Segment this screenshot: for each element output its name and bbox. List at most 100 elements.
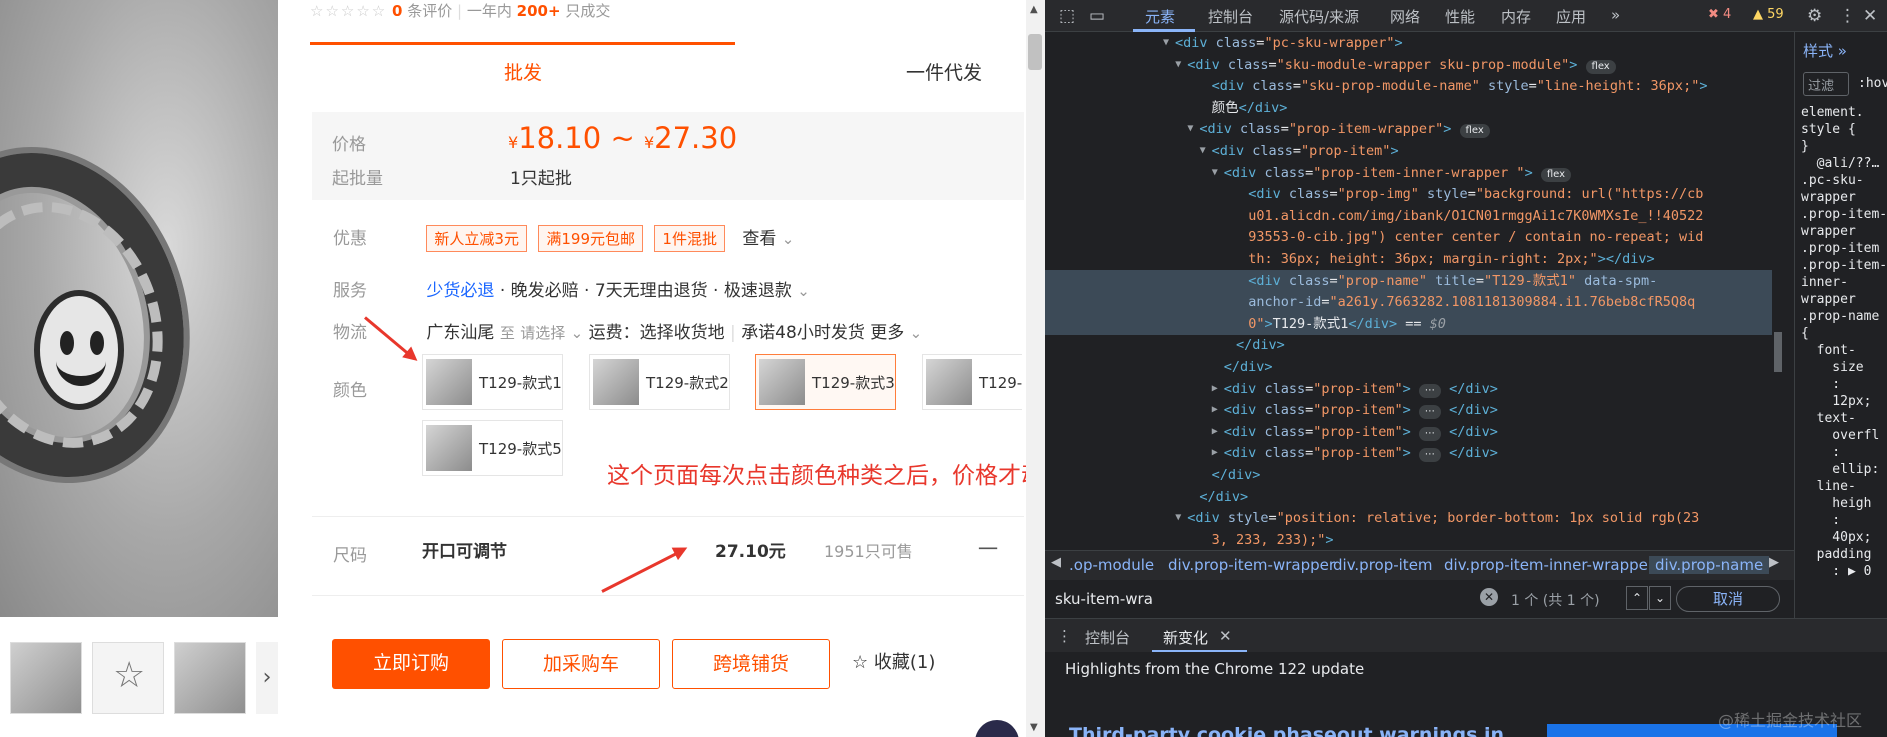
tab-wholesale[interactable]: 批发	[504, 58, 542, 85]
dom-search-input[interactable]: sku-item-wra	[1051, 586, 1481, 612]
dom-node-line[interactable]: ▶ <div class="prop-item"> ⋯ </div>	[1045, 378, 1772, 400]
chevron-down-icon[interactable]: ⌄	[571, 324, 584, 342]
color-option-2[interactable]: T129-款式2	[589, 354, 730, 410]
collapse-arrow-icon[interactable]: ▼	[1175, 54, 1181, 76]
breadcrumb-item-selected[interactable]: div.prop-name	[1649, 556, 1770, 574]
styles-filter-input[interactable]: 过滤	[1803, 72, 1849, 96]
dom-node-line[interactable]: ▼ <div style="position: relative; border-…	[1045, 507, 1772, 529]
dom-node-line[interactable]: ▶ <div class="prop-item"> ⋯ </div>	[1045, 421, 1772, 443]
dom-node-line[interactable]: <div class="prop-name" title="T129-款式1" …	[1045, 269, 1772, 292]
tab-elements[interactable]: 元素	[1145, 6, 1175, 27]
scrollbar-thumb[interactable]	[1774, 332, 1782, 372]
breadcrumb-item[interactable]: .op-module	[1069, 556, 1154, 574]
expand-icon[interactable]: »	[1838, 42, 1847, 60]
favorite-button[interactable]: ☆ 收藏(1)	[852, 639, 962, 689]
dom-node-line[interactable]: 颜色</div>	[1045, 97, 1772, 119]
chat-icon[interactable]	[975, 720, 1019, 737]
thumbnail-2[interactable]	[92, 642, 164, 714]
expand-arrow-icon[interactable]: ▶	[1212, 378, 1218, 400]
thumbnail-1[interactable]	[10, 642, 82, 714]
color-option-5[interactable]: T129-款式5	[422, 420, 563, 476]
dom-node-line[interactable]: </div>	[1045, 356, 1772, 378]
inspect-icon[interactable]: ⬚	[1059, 6, 1075, 26]
dom-node-line[interactable]: ▼ <div class="prop-item-wrapper"> flex	[1045, 118, 1772, 140]
device-toggle-icon[interactable]: ▭	[1089, 6, 1105, 26]
breadcrumb-item[interactable]: div.prop-item	[1333, 556, 1433, 574]
tab-dropship[interactable]: 一件代发	[906, 58, 982, 85]
expand-arrow-icon[interactable]: ▶	[1212, 442, 1218, 464]
breadcrumb-item[interactable]: div.prop-item-inner-wrapper.	[1444, 556, 1657, 574]
chevron-left-icon[interactable]: ◀	[1051, 555, 1061, 570]
scroll-up-icon[interactable]: ▲	[1030, 4, 1038, 15]
chevron-right-icon[interactable]: ›	[256, 642, 278, 714]
kebab-menu-icon[interactable]: ⋮	[1057, 627, 1072, 645]
cross-border-button[interactable]: 跨境铺货	[672, 639, 830, 689]
dom-tree-scrollbar[interactable]	[1772, 32, 1784, 550]
tab-memory[interactable]: 内存	[1501, 6, 1531, 27]
dom-node-line[interactable]: </div>	[1045, 486, 1772, 508]
collapse-arrow-icon[interactable]: ▼	[1175, 507, 1181, 529]
logistics-more[interactable]: 更多	[870, 323, 904, 343]
breadcrumb-item[interactable]: div.prop-item-wrapper	[1168, 556, 1335, 574]
error-count[interactable]: ✖ 4	[1708, 7, 1731, 22]
chevron-down-icon[interactable]: ⌄	[910, 324, 923, 342]
dom-node-line[interactable]: 3, 233, 233);">	[1045, 529, 1772, 550]
kebab-menu-icon[interactable]: ⋮	[1839, 6, 1856, 26]
dom-node-line[interactable]: ▼ <div class="sku-module-wrapper sku-prop…	[1045, 54, 1772, 76]
color-option-4[interactable]: T129-款	[922, 354, 1022, 410]
dom-node-line[interactable]: 0">T129-款式1</div> == $0	[1045, 312, 1772, 335]
promo-view-link[interactable]: 查看 ⌄	[742, 229, 794, 249]
more-tabs-icon[interactable]: »	[1611, 6, 1620, 24]
scroll-down-icon[interactable]: ▼	[1030, 722, 1038, 733]
logistics-select[interactable]: 请选择	[520, 324, 565, 342]
tab-network[interactable]: 网络	[1390, 6, 1420, 27]
order-now-button[interactable]: 立即订购	[332, 639, 490, 689]
dom-node-line[interactable]: </div>	[1045, 464, 1772, 486]
dom-tree[interactable]: ▼ <div class="pc-sku-wrapper"> ▼ <div class…	[1045, 32, 1772, 550]
add-to-cart-button[interactable]: 加采购车	[502, 639, 660, 689]
chevron-down-icon[interactable]: ⌄	[797, 282, 810, 300]
collapse-arrow-icon[interactable]: ▼	[1212, 162, 1218, 184]
tab-console[interactable]: 控制台	[1208, 6, 1253, 27]
tab-performance[interactable]: 性能	[1445, 6, 1475, 27]
search-cancel-button[interactable]: 取消	[1676, 586, 1780, 612]
dom-node-line[interactable]: 93553-0-cib.jpg") center center / contai…	[1045, 226, 1772, 248]
quantity-minus-button[interactable]: 一	[978, 533, 998, 562]
search-prev-icon[interactable]: ⌃	[1626, 586, 1648, 610]
hov-toggle[interactable]: :hov	[1858, 76, 1887, 91]
color-option-3[interactable]: T129-款式3	[755, 354, 896, 410]
expand-arrow-icon[interactable]: ▶	[1212, 421, 1218, 443]
close-icon[interactable]: ✕	[1219, 627, 1232, 645]
expand-arrow-icon[interactable]: ▶	[1212, 399, 1218, 421]
dom-node-line[interactable]: ▼ <div class="prop-item-inner-wrapper "> …	[1045, 162, 1772, 184]
dom-node-line[interactable]: th: 36px; height: 36px; margin-right: 2p…	[1045, 248, 1772, 270]
styles-tab[interactable]: 样式 »	[1803, 40, 1847, 61]
dom-node-line[interactable]: ▼ <div class="pc-sku-wrapper">	[1045, 32, 1772, 54]
dom-node-line[interactable]: ▶ <div class="prop-item"> ⋯ </div>	[1045, 399, 1772, 421]
dom-node-line[interactable]: anchor-id="a261y.7663282.1081181309884.i…	[1045, 291, 1772, 314]
drawer-tab-console[interactable]: 控制台	[1085, 627, 1130, 648]
dom-node-line[interactable]: <div class="sku-prop-module-name" style=…	[1045, 75, 1772, 97]
dom-node-line[interactable]: </div>	[1045, 334, 1772, 356]
gear-icon[interactable]: ⚙	[1807, 6, 1822, 26]
scrollbar-thumb[interactable]	[1028, 34, 1042, 70]
clear-icon[interactable]: ✕	[1480, 588, 1498, 606]
chevron-right-icon[interactable]: ▶	[1769, 555, 1779, 570]
dom-node-line[interactable]: u01.alicdn.com/img/ibank/O1CN01rmggAi1c7…	[1045, 205, 1772, 227]
collapse-arrow-icon[interactable]: ▼	[1200, 140, 1206, 162]
thumbnail-3[interactable]	[174, 642, 246, 714]
review-count[interactable]: 0	[392, 2, 402, 20]
tab-application[interactable]: 应用	[1556, 6, 1586, 27]
tab-sources[interactable]: 源代码/来源	[1279, 6, 1359, 27]
color-option-1[interactable]: T129-款式1	[422, 354, 563, 410]
dom-node-line[interactable]: ▼ <div class="prop-item">	[1045, 140, 1772, 162]
dom-node-line[interactable]: ▶ <div class="prop-item"> ⋯ </div>	[1045, 442, 1772, 464]
service-link[interactable]: 少货必退	[426, 281, 494, 301]
collapse-arrow-icon[interactable]: ▼	[1163, 32, 1169, 54]
search-next-icon[interactable]: ⌄	[1649, 586, 1671, 610]
whats-new-headline[interactable]: Third-party cookie phaseout warnings in	[1069, 724, 1504, 737]
warning-count[interactable]: ▲ 59	[1753, 7, 1784, 22]
collapse-arrow-icon[interactable]: ▼	[1187, 118, 1193, 140]
close-icon[interactable]: ✕	[1863, 6, 1877, 26]
drawer-tab-whats-new[interactable]: 新变化	[1163, 627, 1208, 648]
